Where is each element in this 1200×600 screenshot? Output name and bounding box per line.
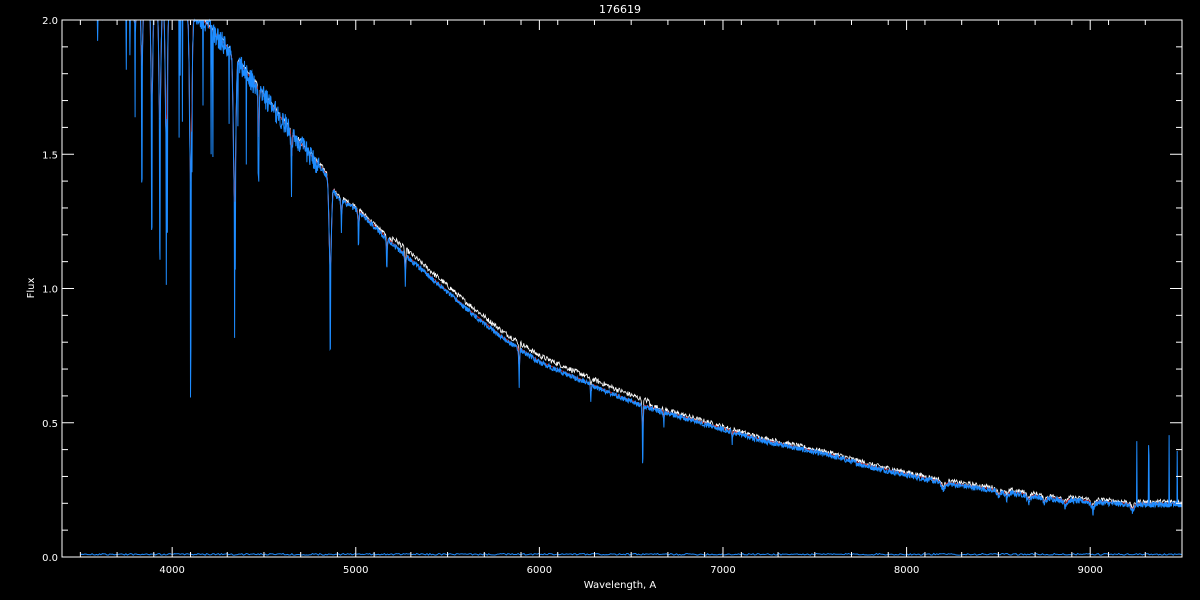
- x-tick-label: 6000: [527, 565, 552, 576]
- y-tick-label: 0.0: [42, 553, 58, 564]
- x-tick-label: 4000: [159, 565, 184, 576]
- x-axis-label: Wavelength, A: [584, 580, 657, 591]
- y-tick-label: 1.5: [42, 150, 58, 161]
- y-axis-label: Flux: [26, 278, 37, 299]
- spectrum-chart: 176619 Flux Wavelength, A 4000 5000 6000 70…: [26, 3, 1183, 591]
- y-tick-label: 2.0: [42, 16, 58, 27]
- chart-title: 176619: [599, 3, 641, 16]
- x-tick-label: 9000: [1077, 565, 1102, 576]
- plot-frame: [61, 19, 1183, 558]
- y-tick-label: 0.5: [42, 419, 58, 430]
- spectrum-series-line: [80, 18, 1183, 516]
- x-tick-label: 5000: [343, 565, 368, 576]
- x-tick-label: 8000: [894, 565, 919, 576]
- y-tick-label: 1.0: [42, 285, 58, 296]
- series-layer: [80, 18, 1183, 556]
- x-tick-label: 7000: [710, 565, 735, 576]
